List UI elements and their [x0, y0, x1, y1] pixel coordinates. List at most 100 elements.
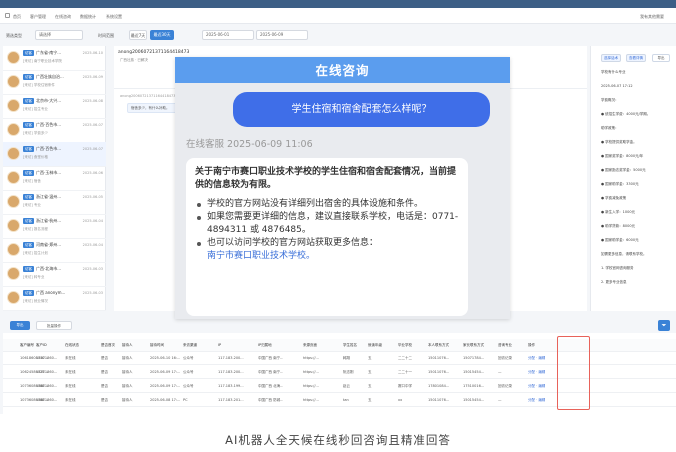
reply-line: 如需更多信息，请联系学校。 [601, 252, 647, 256]
visit-summary: [来访] 招生计划 [23, 251, 48, 255]
visit-summary: [来访] 招生专业 [23, 107, 48, 111]
visitor-name: 广西 anonym... [36, 290, 66, 295]
nav-bar: 首页 客户管理 在线咨询 数据统计 系统设置 我有其他需要 [0, 8, 676, 24]
table-cell: 五 [368, 384, 372, 388]
table-cell: 是否 [101, 370, 108, 374]
filter-type-label: 筛选类型 [6, 33, 22, 38]
visit-date: 2025-06-03 [82, 291, 103, 295]
nav-item-settings[interactable]: 系统设置 [106, 14, 122, 20]
column-header: 在线状态 [65, 343, 79, 347]
session-id: anong20060721371164418473 [118, 50, 190, 55]
table-cell: 韩翔 [343, 356, 350, 360]
table-cell: 是否 [101, 398, 108, 402]
table-cell: 2025-06-10 16:... [150, 356, 181, 360]
list-item[interactable]: 访客 广西·北海市... 2025-06-03 [来访] 转专业 [3, 262, 106, 287]
popup-header: 在线咨询 [175, 57, 510, 83]
table-cell: 赛口中学 [398, 384, 412, 388]
table-cell: 未在线 [65, 398, 76, 402]
filter-type-select[interactable]: 请选择 [35, 30, 83, 40]
table-cell: 15015454... [463, 370, 485, 374]
visitor-tag: 访客 [23, 218, 34, 224]
visit-summary: [来访] 转专业 [23, 275, 45, 279]
visit-summary: [来访] 报名流程 [23, 227, 48, 231]
column-header: 操作 [528, 343, 535, 347]
table-cell: 是否 [101, 356, 108, 360]
visitor-name: 河南省·郑州... [36, 242, 62, 247]
visitor-tag: 访客 [23, 290, 34, 296]
reply-line: ● 新生入学：1000元 [601, 210, 636, 214]
table-cell: 中国广西 南宁... [258, 370, 284, 374]
list-item[interactable]: 访客 浙江省·杭州... 2025-06-04 [来访] 报名流程 [3, 214, 106, 239]
script-button[interactable]: 选择话术 [601, 54, 621, 62]
column-header: IP [218, 343, 222, 347]
nav-item-customers[interactable]: 客户管理 [30, 14, 46, 20]
highlight-box [557, 336, 590, 410]
visitor-name: 广西壮族自治... [36, 74, 64, 79]
nav-item-consult[interactable]: 在线咨询 [55, 14, 71, 20]
visit-date: 2025-06-07 [82, 147, 103, 151]
nav-right-link[interactable]: 我有其他需要 [640, 14, 664, 20]
column-header: 来源页面 [303, 343, 317, 347]
visit-summary: [来访] 学费多少 [23, 131, 48, 135]
list-item[interactable]: 访客 浙江省·温州... 2025-06-05 [来访] 专业 [3, 190, 106, 215]
nav-item-home[interactable]: 首页 [13, 14, 21, 20]
visitor-tag: 访客 [23, 146, 34, 152]
avatar [7, 267, 20, 280]
reply-line: ● 国家助学金：6000元 [601, 238, 639, 242]
reply-line: ● 学费减免政策 [601, 196, 627, 200]
list-item[interactable]: 访客 广西 anonym... 2025-06-03 [来访] 就业情况 [3, 286, 106, 311]
table-cell: 15011076... [428, 356, 450, 360]
table-cell: 117.183.201... [218, 398, 244, 402]
visitor-tag: 访客 [23, 170, 34, 176]
table-cell: 回访记录 [498, 384, 512, 388]
table-cell: — [498, 398, 502, 402]
column-header: 客户ID [36, 343, 47, 347]
list-item[interactable]: 访客 广西·玉林市... 2025-06-06 [来访] 宿舍 [3, 166, 106, 191]
table-cell: 中国广西 北海... [258, 384, 284, 388]
visitor-name: 广东省·南宁... [36, 50, 62, 55]
row-actions[interactable]: 分配 · 编辑 [528, 384, 545, 389]
list-item[interactable]: 访客 广西壮族自治... 2025-06-09 [来访] 学校住宿条件 [3, 70, 106, 95]
avatar [7, 243, 20, 256]
avatar [7, 291, 20, 304]
row-actions[interactable]: 分配 · 编辑 [528, 398, 545, 403]
date-to-input[interactable]: 2025-06-09 [256, 30, 308, 40]
avatar [7, 51, 20, 64]
batch-select[interactable]: 批量操作 [36, 321, 72, 330]
export-button[interactable]: 导出 [652, 54, 670, 62]
table-cell: 是否 [101, 384, 108, 388]
range-30-button[interactable]: 最近30天 [150, 30, 174, 40]
visit-summary: [来访] 就业情况 [23, 299, 48, 303]
table-cell: xx [398, 398, 403, 402]
avatar [7, 219, 20, 232]
school-link[interactable]: 南宁市赛口职业技术学校。 [195, 250, 459, 263]
visit-date: 2025-06-10 [82, 51, 103, 55]
table-cell: 赵云 [343, 384, 350, 388]
reply-line: 学费概况： [601, 98, 619, 102]
list-item[interactable]: 访客 北京市·大兴... 2025-06-08 [来访] 招生专业 [3, 94, 106, 119]
reply-line: ● 统招生学费：4000元/学期。 [601, 112, 651, 116]
range-7-button[interactable]: 最近7天 [129, 30, 147, 40]
question-bubble: 学生住宿和宿舍配套怎么样呢？ [233, 92, 490, 127]
list-item[interactable]: 访客 广西·百色市... 2025-06-07 [来访] 学费多少 [3, 118, 106, 143]
filter-icon[interactable]: ⏷ [658, 320, 670, 331]
visit-summary: [来访] 宿舍 [23, 179, 41, 183]
row-actions[interactable]: 分配 · 编辑 [528, 370, 545, 375]
table-cell: 13671860... [36, 356, 58, 360]
nav-item-stats[interactable]: 数据统计 [80, 14, 96, 20]
export-table-button[interactable]: 导出 [10, 321, 30, 330]
list-item[interactable]: 访客 广东省·南宁... 2025-06-10 [来访] 南宁职业技术学院 [3, 46, 106, 71]
row-actions[interactable]: 分配 · 编辑 [528, 356, 545, 361]
date-from-input[interactable]: 2025-06-01 [202, 30, 254, 40]
home-icon[interactable] [5, 13, 10, 18]
visitor-tag: 访客 [23, 242, 34, 248]
table-cell: https://... [303, 370, 319, 374]
top-bar [0, 0, 676, 8]
detail-button[interactable]: 查看详情 [626, 54, 646, 62]
avatar [7, 195, 20, 208]
table-cell: 接待人 [122, 370, 133, 374]
visit-date: 2025-06-06 [82, 171, 103, 175]
list-item[interactable]: 访客 广西·百色市... 2025-06-07 [来访] 食堂价格 [3, 142, 106, 167]
reply-line: ● 国家助学金：3300元 [601, 182, 639, 186]
list-item[interactable]: 访客 河南省·郑州... 2025-06-04 [来访] 招生计划 [3, 238, 106, 263]
